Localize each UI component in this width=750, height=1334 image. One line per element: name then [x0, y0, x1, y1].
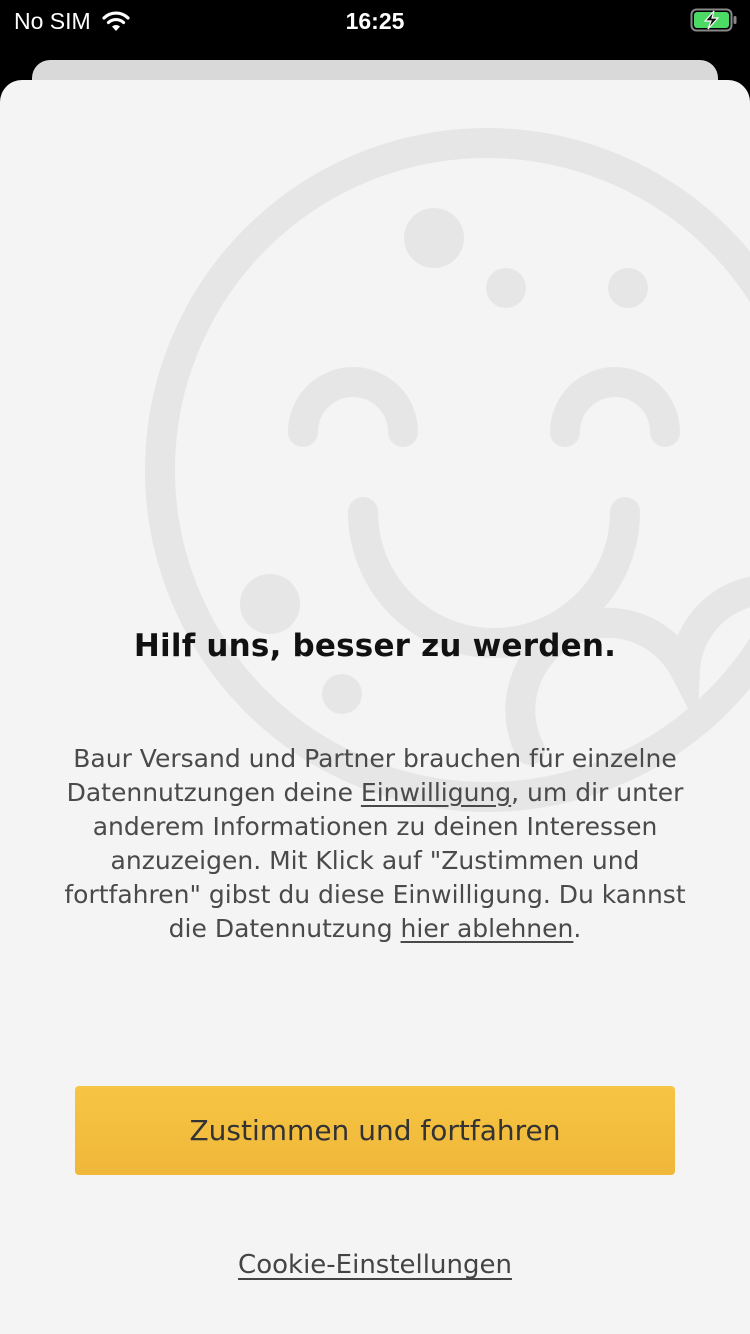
status-time: 16:25	[345, 8, 405, 34]
consent-text-part3: .	[573, 914, 582, 943]
consent-text: Baur Versand und Partner brauchen für ei…	[45, 742, 705, 946]
status-right	[690, 7, 738, 39]
reject-link[interactable]: hier ablehnen	[401, 914, 574, 943]
status-bar: No SIM 16:25	[0, 0, 750, 44]
dialog-title: Hilf uns, besser zu werden.	[133, 628, 617, 664]
consent-link[interactable]: Einwilligung	[361, 778, 511, 807]
accept-and-continue-button[interactable]: Zustimmen und fortfahren	[75, 1086, 675, 1175]
battery-charging-icon	[690, 8, 737, 32]
cookie-settings-link-container: Cookie-Einstellungen	[0, 1250, 750, 1280]
cookie-settings-link[interactable]: Cookie-Einstellungen	[238, 1250, 512, 1280]
consent-sheet: Hilf uns, besser zu werden. Baur Versand…	[0, 80, 750, 1334]
